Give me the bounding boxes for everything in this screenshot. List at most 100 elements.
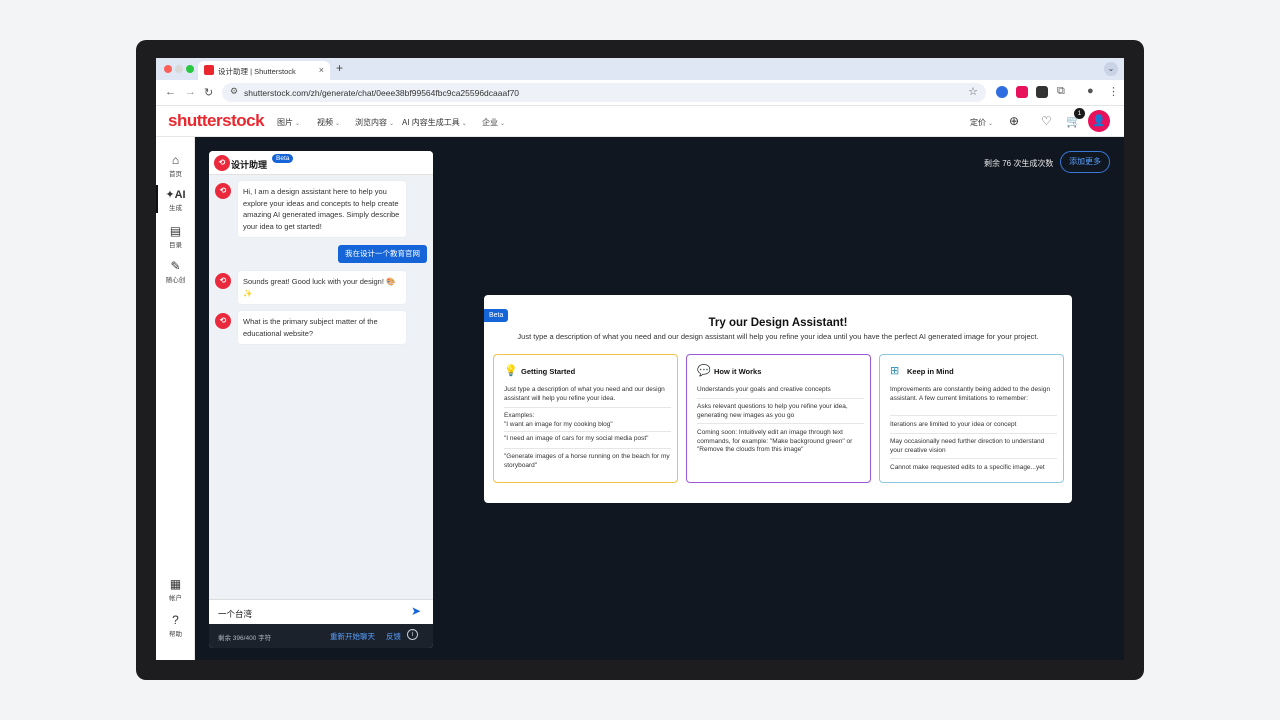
forward-button[interactable]: → (185, 86, 196, 98)
rail-generate-label: 生成 (169, 205, 182, 212)
menu-browse[interactable]: 浏览内容 ⌄ (355, 117, 394, 128)
favorites-heart-icon[interactable]: ♡ (1041, 114, 1052, 128)
col-item: Examples: "I want an image for my cookin… (504, 412, 613, 428)
url-text[interactable]: shutterstock.com/zh/generate/chat/0eee38… (244, 88, 519, 98)
rail-item-help[interactable]: ? 帮助 (156, 613, 195, 638)
address-bar[interactable]: ⚙ shutterstock.com/zh/generate/chat/0eee… (222, 83, 986, 102)
rail-item-account[interactable]: ▦ 帐户 (156, 577, 195, 602)
char-count: 剩余 396/400 字符 (218, 635, 272, 642)
info-icon[interactable]: i (407, 629, 418, 640)
col-title: Keep in Mind (907, 367, 954, 376)
restart-chat-link[interactable]: 重新开始聊天 (330, 631, 375, 642)
tab-title: 设计助理 | Shutterstock (218, 67, 296, 76)
col-item: "Generate images of a horse running on t… (504, 453, 670, 469)
chat-bubble-icon: 💬 (697, 365, 711, 377)
reload-button[interactable]: ↻ (204, 86, 213, 99)
add-more-button[interactable]: 添加更多 (1060, 151, 1110, 173)
catalog-icon: ▤ (169, 224, 182, 238)
cart-count-badge: 1 (1074, 108, 1085, 119)
tab-search-chevron-icon[interactable]: ⌄ (1104, 62, 1118, 76)
col-item: Iterations are limited to your idea or c… (890, 421, 1017, 428)
assistant-avatar-icon: ⟲ (215, 183, 231, 199)
chat-title: 设计助理 (231, 160, 268, 170)
assistant-message: Hi, I am a design assistant here to help… (238, 181, 406, 237)
col-item: Just type a description of what you need… (504, 386, 665, 402)
chat-header: ⟲ 设计助理 Beta (209, 151, 433, 175)
rail-home-label: 首页 (169, 171, 182, 178)
close-window-button[interactable] (164, 65, 172, 73)
tab-close-icon[interactable]: × (319, 65, 324, 75)
bulb-icon: 💡 (504, 365, 518, 377)
browser-tab[interactable]: 设计助理 | Shutterstock × (198, 61, 330, 80)
how-it-works-card: 💬 How it Works Understands your goals an… (686, 354, 871, 483)
send-icon[interactable]: ➤ (411, 604, 421, 618)
card-subtitle: Just type a description of what you need… (517, 332, 1039, 341)
divider (697, 423, 864, 424)
menu-enterprise-label: 企业 (482, 118, 498, 127)
menu-ai-tools[interactable]: AI 内容生成工具 ⌄ (402, 117, 467, 128)
card-title: Try our Design Assistant! (708, 317, 848, 329)
assistant-avatar-icon: ⟲ (215, 313, 231, 329)
menu-browse-label: 浏览内容 (355, 118, 387, 127)
rail-create-label: 随心创 (165, 277, 186, 284)
profile-icon[interactable]: ● (1087, 85, 1094, 97)
new-tab-button[interactable]: + (336, 61, 343, 75)
menu-images-label: 图片 (277, 118, 293, 127)
beta-badge: Beta (272, 154, 294, 163)
rail-item-create[interactable]: ✎ 随心创 (156, 259, 195, 284)
col-item: Improvements are constantly being added … (890, 386, 1051, 402)
home-icon: ⌂ (171, 153, 180, 167)
language-globe-icon[interactable]: ⊕ (1009, 114, 1019, 128)
col-item: Understands your goals and creative conc… (697, 386, 831, 393)
rail-account-label: 帐户 (169, 595, 182, 602)
menu-video[interactable]: 视频 ⌄ (317, 117, 340, 128)
rail-catalog-label: 目录 (169, 242, 182, 249)
assistant-logo-icon: ⟲ (214, 155, 230, 171)
menu-images[interactable]: 图片 ⌄ (277, 117, 300, 128)
divider (504, 448, 671, 449)
getting-started-card: 💡 Getting Started Just type a descriptio… (493, 354, 678, 483)
zoom-window-button[interactable] (186, 65, 194, 73)
account-icon: ▦ (169, 577, 182, 591)
extension-translate-icon[interactable] (1016, 86, 1028, 98)
minimize-window-button[interactable] (175, 65, 183, 73)
menu-ai-tools-label: AI 内容生成工具 (402, 118, 460, 127)
divider (504, 431, 671, 432)
extension-screen-icon[interactable] (1036, 86, 1048, 98)
account-avatar[interactable]: 👤 (1088, 110, 1110, 132)
site-header: shutterstock 图片 ⌄ 视频 ⌄ 浏览内容 ⌄ AI 内容生成工具 ⌄ 企业… (156, 106, 1124, 137)
col-title: How it Works (714, 367, 762, 376)
site-info-icon[interactable]: ⚙ (230, 86, 238, 97)
back-button[interactable]: ← (165, 86, 176, 98)
col-item: Asks relevant questions to help you refi… (697, 403, 848, 419)
rail-item-home[interactable]: ⌂ 首页 (156, 153, 195, 178)
left-rail: ⌂ 首页 ✦AI 生成 ▤ 目录 ✎ 随心创 ▦ 帐户 ? 帮助 (156, 137, 195, 660)
shutterstock-logo[interactable]: shutterstock (168, 111, 265, 131)
chevron-down-icon: ⌄ (988, 121, 994, 127)
chevron-down-icon: ⌄ (335, 121, 341, 127)
rail-item-catalog[interactable]: ▤ 目录 (156, 224, 195, 249)
design-assistant-card: Beta Try our Design Assistant! Just type… (484, 295, 1072, 503)
user-message: 我在设计一个教育官网 (338, 245, 427, 263)
keep-in-mind-card: ⊞ Keep in Mind Improvements are constant… (879, 354, 1064, 483)
extensions-puzzle-icon[interactable]: ⧉ (1057, 85, 1065, 98)
bookmark-star-icon[interactable]: ☆ (968, 85, 978, 98)
browser-menu-icon[interactable]: ⋮ (1108, 85, 1119, 98)
browser-toolbar: ← → ↻ ⚙ shutterstock.com/zh/generate/cha… (156, 80, 1124, 106)
chevron-down-icon: ⌄ (389, 121, 395, 127)
rail-item-generate[interactable]: ✦AI 生成 (156, 188, 195, 212)
col-item: Coming soon: Intuitively edit an image t… (697, 429, 853, 453)
feedback-link[interactable]: 反馈 (386, 631, 401, 642)
assistant-avatar-icon: ⟲ (215, 273, 231, 289)
chat-panel: ⟲ 设计助理 Beta ⟲ Hi, I am a design assistan… (209, 151, 433, 648)
chevron-down-icon: ⌄ (461, 121, 467, 127)
chat-input-box[interactable]: 一个台湾 ➤ (209, 599, 433, 624)
menu-pricing[interactable]: 定价 ⌄ (970, 117, 993, 128)
assistant-message: What is the primary subject matter of th… (238, 311, 406, 344)
col-title: Getting Started (521, 367, 576, 376)
menu-enterprise[interactable]: 企业 ⌄ (482, 117, 505, 128)
browser-window: 设计助理 | Shutterstock × + ⌄ ← → ↻ ⚙ shutte… (156, 58, 1124, 660)
chat-input[interactable]: 一个台湾 (218, 608, 252, 620)
divider (890, 458, 1057, 459)
extension-globe-icon[interactable] (996, 86, 1008, 98)
